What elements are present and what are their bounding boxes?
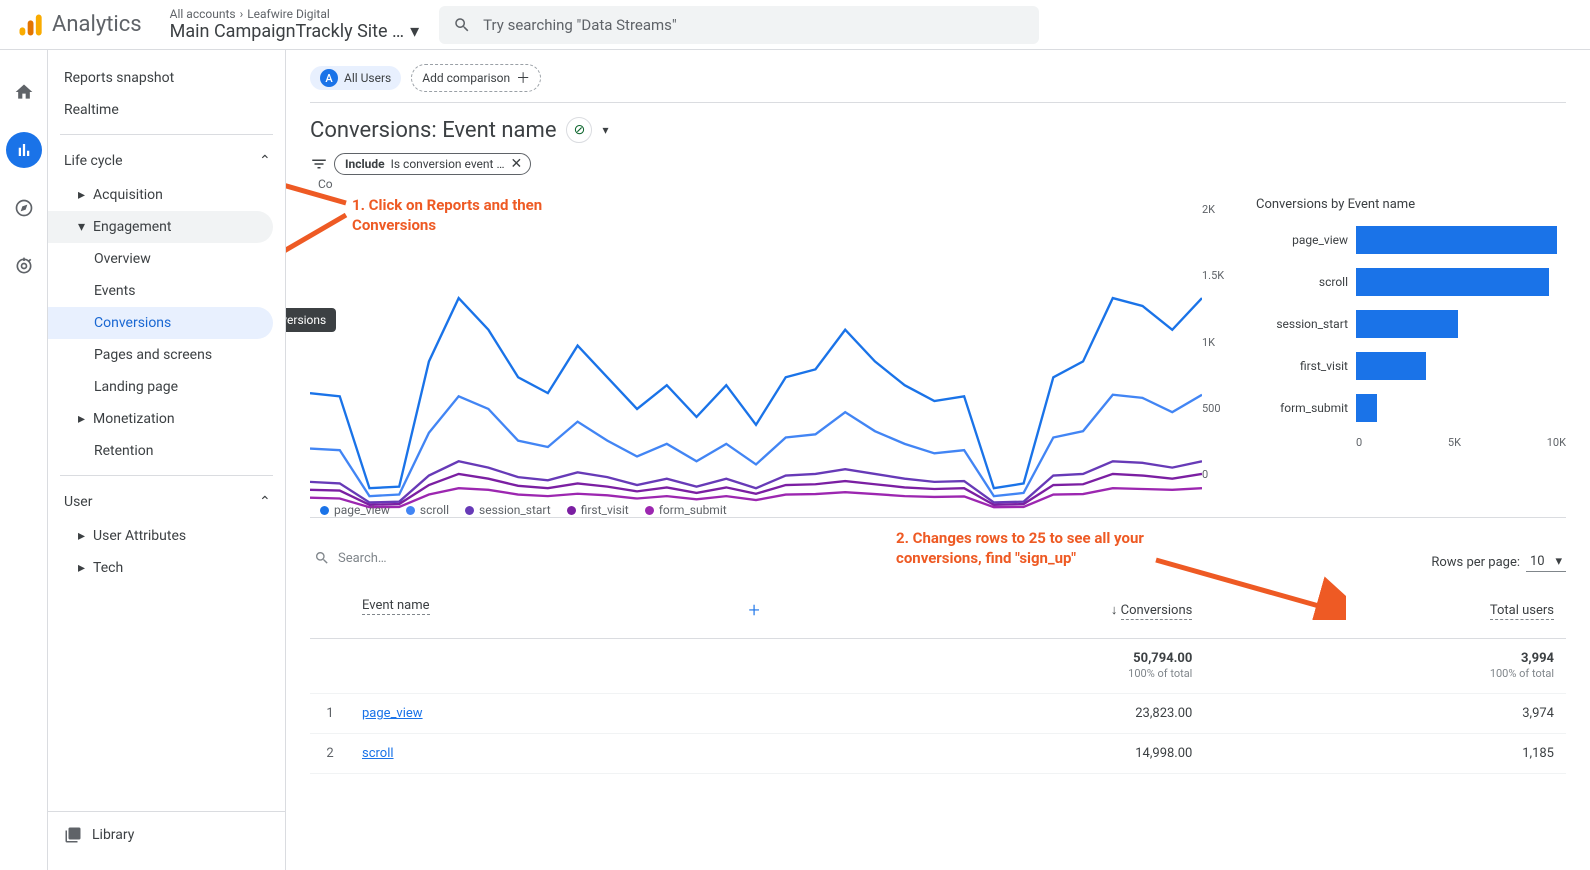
property-name: Main CampaignTrackly Site … xyxy=(170,21,404,43)
target-icon xyxy=(14,256,34,276)
rows-per-page: Rows per page: 10 ▾ xyxy=(1431,552,1566,572)
chip-add-comparison[interactable]: Add comparison ＋ xyxy=(411,64,541,92)
library-icon xyxy=(64,826,82,844)
table-section: Search… Rows per page: 10 ▾ Event name xyxy=(310,544,1566,774)
close-icon[interactable]: ✕ xyxy=(510,156,522,172)
search-icon xyxy=(314,550,330,566)
nav-retention[interactable]: Retention xyxy=(48,435,273,467)
rail-home[interactable] xyxy=(6,74,42,110)
annotation-callout-1: 1. Click on Reports and then Conversions xyxy=(352,195,572,236)
logo-text: Analytics xyxy=(52,12,142,37)
bar-chart: Conversions by Event name page_viewscrol… xyxy=(1256,197,1566,507)
nav-acquisition[interactable]: ▸Acquisition xyxy=(48,179,273,211)
nav-rail xyxy=(0,50,48,870)
annotation-arrow-rows xyxy=(1146,530,1346,620)
caret-right-icon: ▸ xyxy=(78,560,85,576)
nav-section-lifecycle[interactable]: Life cycle ⌃ xyxy=(48,143,285,179)
breadcrumb-account[interactable]: Leafwire Digital xyxy=(247,7,330,21)
plus-icon: ＋ xyxy=(516,68,530,88)
rail-advertising[interactable] xyxy=(6,248,42,284)
status-check-icon[interactable]: ⊘ xyxy=(566,117,592,143)
nav-section-user[interactable]: User ⌃ xyxy=(48,484,285,520)
annotation-callout-2: 2. Changes rows to 25 to see all your co… xyxy=(896,528,1156,569)
plus-icon[interactable]: + xyxy=(748,598,759,622)
report-nav-sidebar: Reports snapshot Realtime Life cycle ⌃ ▸… xyxy=(48,50,286,870)
caret-down-icon[interactable]: ▾ xyxy=(602,123,608,137)
caret-down-icon: ▾ xyxy=(78,219,85,235)
nav-tech[interactable]: ▸Tech xyxy=(48,552,273,584)
chevron-up-icon: ⌃ xyxy=(259,494,269,510)
nav-engagement[interactable]: ▾Engagement xyxy=(48,211,273,243)
nav-engagement-conversions[interactable]: Conversions xyxy=(48,307,273,339)
col-conversions[interactable]: ↓ Conversions xyxy=(772,582,1205,639)
breadcrumb-area[interactable]: All accounts › Leafwire Digital Main Cam… xyxy=(170,7,419,43)
chevron-up-icon: ⌃ xyxy=(259,153,269,169)
charts-area: Co 2K1.5K1K5000 page_viewscrollsession_s… xyxy=(310,197,1566,507)
main-content: A All Users Add comparison ＋ Conversions… xyxy=(286,50,1590,870)
filter-chip[interactable]: Include Is conversion event … ✕ xyxy=(334,153,531,175)
annotation-arrow-conversions xyxy=(286,200,356,330)
nav-engagement-overview[interactable]: Overview xyxy=(48,243,273,275)
nav-monetization[interactable]: ▸Monetization xyxy=(48,403,273,435)
comparison-chips: A All Users Add comparison ＋ xyxy=(310,64,1566,92)
breadcrumb: All accounts › Leafwire Digital xyxy=(170,7,419,21)
chart-legend: page_viewscrollsession_startfirst_visitf… xyxy=(320,503,727,517)
bar-rows: page_viewscrollsession_startfirst_visitf… xyxy=(1256,226,1566,422)
col-event-name[interactable]: Event name + xyxy=(350,582,772,639)
table-search[interactable]: Search… xyxy=(310,544,610,572)
arrow-down-icon: ↓ xyxy=(1111,603,1118,618)
bar-chart-title: Conversions by Event name xyxy=(1256,197,1566,212)
explore-icon xyxy=(14,198,34,218)
table-row[interactable]: 2scroll14,998.001,185 xyxy=(310,734,1566,774)
table-totals-row: 50,794.00100% of total 3,994100% of tota… xyxy=(310,639,1566,694)
nav-library[interactable]: Library xyxy=(48,811,285,858)
filter-row: Include Is conversion event … ✕ xyxy=(310,153,1566,175)
nav-user-attributes[interactable]: ▸User Attributes xyxy=(48,520,273,552)
y-axis-ticks: 2K1.5K1K5000 xyxy=(1202,203,1236,481)
divider xyxy=(60,134,273,135)
caret-down-icon: ▾ xyxy=(410,21,419,43)
nav-engagement-landing[interactable]: Landing page xyxy=(48,371,273,403)
line-chart: Co 2K1.5K1K5000 page_viewscrollsession_s… xyxy=(310,197,1236,507)
search-placeholder: Try searching "Data Streams" xyxy=(483,16,677,34)
logo: Analytics xyxy=(16,11,142,39)
global-search[interactable]: Try searching "Data Streams" xyxy=(439,6,1039,44)
table-row[interactable]: 1page_view23,823.003,974 xyxy=(310,694,1566,734)
table-search-placeholder: Search… xyxy=(338,551,387,566)
search-icon xyxy=(453,16,471,34)
property-selector[interactable]: Main CampaignTrackly Site … ▾ xyxy=(170,21,419,43)
divider xyxy=(60,475,273,476)
rail-explore[interactable] xyxy=(6,190,42,226)
page-title: Conversions: Event name ⊘ ▾ xyxy=(310,117,1566,143)
caret-right-icon: ▸ xyxy=(78,528,85,544)
bar-chart-icon xyxy=(15,141,33,159)
nav-engagement-pages[interactable]: Pages and screens xyxy=(48,339,273,371)
nav-reports-snapshot[interactable]: Reports snapshot xyxy=(48,62,273,94)
app-header: Analytics All accounts › Leafwire Digita… xyxy=(0,0,1590,50)
caret-right-icon: ▸ xyxy=(78,187,85,203)
line-chart-svg xyxy=(310,203,1202,520)
bar-x-axis: 05K10K xyxy=(1256,436,1566,449)
nav-realtime[interactable]: Realtime xyxy=(48,94,273,126)
chevron-right-icon: › xyxy=(240,7,244,21)
caret-down-icon: ▾ xyxy=(1555,554,1562,569)
rows-per-page-select[interactable]: 10 ▾ xyxy=(1526,552,1566,572)
caret-right-icon: ▸ xyxy=(78,411,85,427)
conversions-table: Event name + ↓ Conversions Total users xyxy=(310,582,1566,774)
home-icon xyxy=(14,82,34,102)
analytics-logo-icon xyxy=(16,11,44,39)
rail-reports[interactable] xyxy=(6,132,42,168)
nav-engagement-events[interactable]: Events xyxy=(48,275,273,307)
divider xyxy=(310,102,1566,103)
breadcrumb-all[interactable]: All accounts xyxy=(170,7,236,21)
